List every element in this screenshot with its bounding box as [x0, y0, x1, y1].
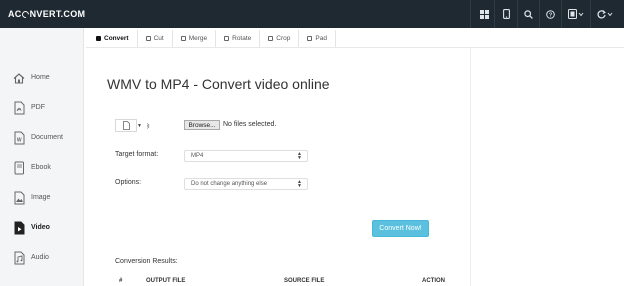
tab-label: Convert	[104, 35, 129, 42]
tab-crop[interactable]: Crop	[260, 30, 300, 47]
tab-merge[interactable]: Merge	[173, 30, 217, 47]
sidebar-item-label: Home	[31, 74, 50, 81]
checkbox-icon	[96, 36, 101, 41]
sidebar-item-document[interactable]: W Document	[0, 127, 84, 151]
sidebar-item-ebook[interactable]: Ebook	[0, 157, 84, 181]
tool-tabs: Convert Cut Merge Rotate Crop Pad	[88, 30, 336, 47]
target-format-label: Target format:	[115, 151, 159, 158]
options-label: Options:	[115, 179, 142, 186]
options-select[interactable]: Do not change anything else ▲ ▼	[184, 178, 308, 190]
refresh-icon[interactable]	[595, 8, 615, 20]
ebook-icon	[14, 161, 24, 175]
navbar-divider	[539, 0, 540, 28]
tab-label: Rotate	[232, 35, 252, 42]
sidebar-item-video[interactable]: Video	[0, 217, 84, 241]
sidebar: Home PDF W Document Ebook Image Video Au…	[0, 28, 84, 286]
navbar-divider	[470, 0, 471, 28]
table-header-output-file: OUTPUT FILE	[146, 278, 186, 284]
table-header-source-file: SOURCE FILE	[284, 278, 325, 284]
file-icon	[122, 121, 130, 130]
sidebar-item-audio[interactable]: Audio	[0, 247, 84, 271]
site-logo[interactable]: AC NVERT.COM	[8, 9, 86, 20]
tab-label: Crop	[276, 35, 291, 42]
source-dropdown-button[interactable]: ▼	[137, 119, 153, 132]
tabs-divider	[86, 47, 624, 48]
image-icon	[14, 191, 25, 205]
target-format-select[interactable]: MP4 ▲ ▼	[184, 150, 308, 162]
audio-icon	[14, 251, 25, 265]
select-value: Do not change anything else	[191, 181, 268, 187]
language-icon[interactable]	[566, 8, 586, 20]
browse-button[interactable]: Browse...	[184, 120, 220, 130]
dropzone-icon	[146, 122, 150, 129]
caret-down-icon: ▼	[137, 122, 142, 129]
checkbox-icon	[180, 36, 186, 41]
video-icon	[14, 221, 25, 235]
select-value: MP4	[191, 153, 204, 159]
svg-text:W: W	[17, 138, 22, 144]
local-file-button[interactable]	[115, 119, 137, 132]
page-title: WMV to MP4 - Convert video online	[107, 76, 330, 92]
logo-text-right: NVERT.COM	[29, 9, 86, 19]
checkbox-icon	[268, 36, 274, 41]
checkbox-icon	[224, 36, 230, 41]
search-icon[interactable]	[522, 8, 534, 20]
sidebar-item-home[interactable]: Home	[0, 67, 84, 91]
checkbox-icon	[145, 36, 151, 41]
sidebar-item-label: Image	[31, 194, 51, 201]
table-header-action: ACTION	[422, 278, 445, 284]
help-icon[interactable]: ?	[544, 8, 556, 20]
top-navbar: AC NVERT.COM ?	[0, 0, 624, 28]
sidebar-item-label: Document	[31, 134, 63, 141]
conversion-results-label: Conversion Results:	[115, 258, 178, 265]
tab-pad[interactable]: Pad	[299, 30, 336, 47]
tab-label: Merge	[188, 35, 208, 42]
select-arrows-icon: ▲ ▼	[297, 179, 302, 189]
grid-icon[interactable]	[478, 8, 490, 20]
tab-label: Cut	[153, 35, 164, 42]
file-status-text: No files selected.	[223, 121, 277, 128]
sidebar-item-label: PDF	[31, 104, 45, 111]
home-icon	[13, 73, 25, 84]
convert-now-button[interactable]: Convert Now!	[372, 220, 429, 237]
sidebar-item-image[interactable]: Image	[0, 187, 84, 211]
sidebar-item-label: Video	[31, 224, 50, 231]
navbar-divider	[590, 0, 591, 28]
navbar-divider	[517, 0, 518, 28]
content-divider	[470, 48, 471, 286]
pdf-icon	[14, 101, 25, 115]
navbar-divider	[494, 0, 495, 28]
checkbox-icon	[307, 36, 313, 41]
select-arrows-icon: ▲ ▼	[297, 151, 302, 161]
mobile-icon[interactable]	[500, 8, 512, 20]
logo-text-left: AC	[8, 9, 22, 19]
navbar-divider	[561, 0, 562, 28]
table-header-number: #	[119, 278, 123, 284]
tab-rotate[interactable]: Rotate	[216, 30, 261, 47]
tab-convert[interactable]: Convert	[88, 30, 138, 47]
sidebar-item-pdf[interactable]: PDF	[0, 97, 84, 121]
tab-label: Pad	[315, 35, 327, 42]
sidebar-item-label: Ebook	[31, 164, 51, 171]
document-icon: W	[14, 131, 25, 145]
tab-cut[interactable]: Cut	[138, 30, 173, 47]
sidebar-item-label: Audio	[31, 254, 49, 261]
